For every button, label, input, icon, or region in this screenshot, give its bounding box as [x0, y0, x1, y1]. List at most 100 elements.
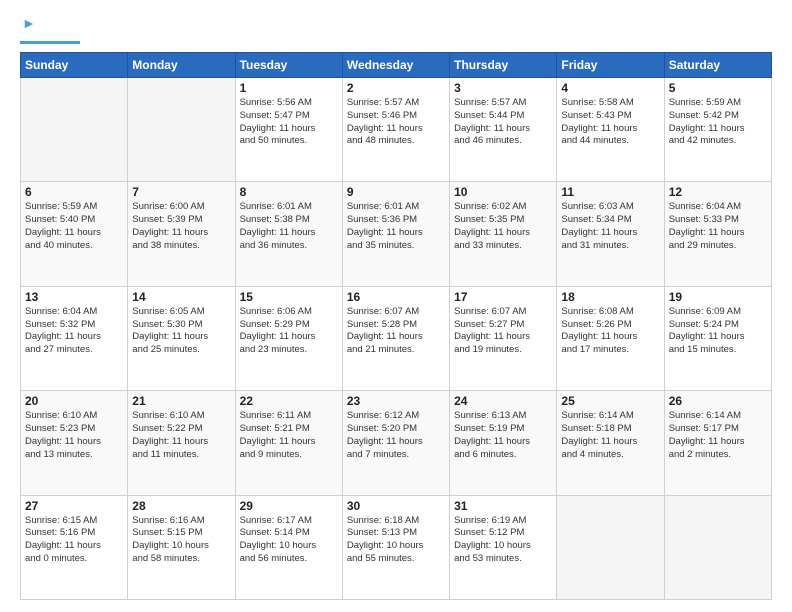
day-number: 1 [240, 81, 338, 95]
calendar-cell: 17 Sunrise: 6:07 AM Sunset: 5:27 PM Dayli… [450, 286, 557, 390]
calendar-cell: 16Sunrise: 6:07 AM Sunset: 5:28 PM Dayli… [342, 286, 449, 390]
day-info: Sunrise: 5:59 AM Sunset: 5:42 PM Dayligh… [669, 97, 767, 148]
day-info: Sunrise: 5:56 AM Sunset: 5:47 PM Dayligh… [240, 97, 338, 148]
calendar-cell [557, 495, 664, 599]
calendar-cell: 15Sunrise: 6:06 AM Sunset: 5:29 PM Dayli… [235, 286, 342, 390]
day-info: Sunrise: 6:18 AM Sunset: 5:13 PM Dayligh… [347, 515, 445, 566]
day-info: Sunrise: 6:03 AM Sunset: 5:34 PM Dayligh… [561, 201, 659, 252]
calendar-cell: 30 Sunrise: 6:18 AM Sunset: 5:13 PM Dayli… [342, 495, 449, 599]
calendar-week-4: 27Sunrise: 6:15 AM Sunset: 5:16 PM Dayli… [21, 495, 772, 599]
calendar-cell: 3 Sunrise: 5:57 AM Sunset: 5:44 PM Daylig… [450, 78, 557, 182]
day-number: 19 [669, 290, 767, 304]
calendar-cell: 18 Sunrise: 6:08 AM Sunset: 5:26 PM Dayli… [557, 286, 664, 390]
day-info: Sunrise: 6:04 AM Sunset: 5:32 PM Dayligh… [25, 306, 123, 357]
day-number: 22 [240, 394, 338, 408]
day-number: 10 [454, 185, 552, 199]
day-number: 11 [561, 185, 659, 199]
calendar-cell: 9Sunrise: 6:01 AM Sunset: 5:36 PM Daylig… [342, 182, 449, 286]
calendar-header-sunday: Sunday [21, 53, 128, 78]
day-number: 18 [561, 290, 659, 304]
calendar-cell: 14 Sunrise: 6:05 AM Sunset: 5:30 PM Dayli… [128, 286, 235, 390]
logo-icon: ► [22, 15, 36, 31]
calendar-cell: 23Sunrise: 6:12 AM Sunset: 5:20 PM Dayli… [342, 391, 449, 495]
day-number: 24 [454, 394, 552, 408]
day-info: Sunrise: 6:19 AM Sunset: 5:12 PM Dayligh… [454, 515, 552, 566]
day-number: 3 [454, 81, 552, 95]
day-info: Sunrise: 6:06 AM Sunset: 5:29 PM Dayligh… [240, 306, 338, 357]
day-info: Sunrise: 6:02 AM Sunset: 5:35 PM Dayligh… [454, 201, 552, 252]
day-info: Sunrise: 6:16 AM Sunset: 5:15 PM Dayligh… [132, 515, 230, 566]
day-number: 31 [454, 499, 552, 513]
calendar-cell: 21Sunrise: 6:10 AM Sunset: 5:22 PM Dayli… [128, 391, 235, 495]
calendar-cell: 27Sunrise: 6:15 AM Sunset: 5:16 PM Dayli… [21, 495, 128, 599]
day-info: Sunrise: 6:00 AM Sunset: 5:39 PM Dayligh… [132, 201, 230, 252]
calendar-cell: 11 Sunrise: 6:03 AM Sunset: 5:34 PM Dayli… [557, 182, 664, 286]
calendar-cell: 7 Sunrise: 6:00 AM Sunset: 5:39 PM Daylig… [128, 182, 235, 286]
page: ► SundayMondayTuesdayWednesdayThursdayFr… [0, 0, 792, 612]
calendar-cell: 6 Sunrise: 5:59 AM Sunset: 5:40 PM Daylig… [21, 182, 128, 286]
day-number: 13 [25, 290, 123, 304]
calendar-cell: 12 Sunrise: 6:04 AM Sunset: 5:33 PM Dayli… [664, 182, 771, 286]
day-info: Sunrise: 6:17 AM Sunset: 5:14 PM Dayligh… [240, 515, 338, 566]
day-info: Sunrise: 6:14 AM Sunset: 5:18 PM Dayligh… [561, 410, 659, 461]
calendar-header-monday: Monday [128, 53, 235, 78]
calendar-cell: 24 Sunrise: 6:13 AM Sunset: 5:19 PM Dayli… [450, 391, 557, 495]
header: ► [20, 16, 772, 44]
day-info: Sunrise: 6:09 AM Sunset: 5:24 PM Dayligh… [669, 306, 767, 357]
day-number: 5 [669, 81, 767, 95]
day-info: Sunrise: 6:07 AM Sunset: 5:27 PM Dayligh… [454, 306, 552, 357]
calendar-cell [128, 78, 235, 182]
day-number: 23 [347, 394, 445, 408]
day-number: 9 [347, 185, 445, 199]
day-info: Sunrise: 5:59 AM Sunset: 5:40 PM Dayligh… [25, 201, 123, 252]
calendar-week-0: 1 Sunrise: 5:56 AM Sunset: 5:47 PM Daylig… [21, 78, 772, 182]
day-number: 30 [347, 499, 445, 513]
day-info: Sunrise: 6:01 AM Sunset: 5:38 PM Dayligh… [240, 201, 338, 252]
day-info: Sunrise: 6:05 AM Sunset: 5:30 PM Dayligh… [132, 306, 230, 357]
calendar-header-friday: Friday [557, 53, 664, 78]
day-number: 26 [669, 394, 767, 408]
calendar-cell: 25 Sunrise: 6:14 AM Sunset: 5:18 PM Dayli… [557, 391, 664, 495]
calendar-cell: 5 Sunrise: 5:59 AM Sunset: 5:42 PM Daylig… [664, 78, 771, 182]
calendar-cell: 2 Sunrise: 5:57 AM Sunset: 5:46 PM Daylig… [342, 78, 449, 182]
calendar-header-wednesday: Wednesday [342, 53, 449, 78]
day-info: Sunrise: 6:08 AM Sunset: 5:26 PM Dayligh… [561, 306, 659, 357]
day-number: 28 [132, 499, 230, 513]
calendar-cell: 13 Sunrise: 6:04 AM Sunset: 5:32 PM Dayli… [21, 286, 128, 390]
logo: ► [20, 16, 80, 44]
day-info: Sunrise: 5:57 AM Sunset: 5:44 PM Dayligh… [454, 97, 552, 148]
day-number: 21 [132, 394, 230, 408]
logo-text: ► [20, 16, 36, 38]
day-info: Sunrise: 6:14 AM Sunset: 5:17 PM Dayligh… [669, 410, 767, 461]
day-number: 12 [669, 185, 767, 199]
day-number: 8 [240, 185, 338, 199]
calendar-cell [664, 495, 771, 599]
day-number: 2 [347, 81, 445, 95]
calendar-cell: 19 Sunrise: 6:09 AM Sunset: 5:24 PM Dayli… [664, 286, 771, 390]
day-info: Sunrise: 6:13 AM Sunset: 5:19 PM Dayligh… [454, 410, 552, 461]
calendar-header-saturday: Saturday [664, 53, 771, 78]
calendar-header-thursday: Thursday [450, 53, 557, 78]
calendar-cell: 29 Sunrise: 6:17 AM Sunset: 5:14 PM Dayli… [235, 495, 342, 599]
calendar-header-tuesday: Tuesday [235, 53, 342, 78]
calendar-cell: 31 Sunrise: 6:19 AM Sunset: 5:12 PM Dayli… [450, 495, 557, 599]
day-number: 17 [454, 290, 552, 304]
calendar-cell [21, 78, 128, 182]
calendar-cell: 22Sunrise: 6:11 AM Sunset: 5:21 PM Dayli… [235, 391, 342, 495]
day-number: 16 [347, 290, 445, 304]
calendar-cell: 8 Sunrise: 6:01 AM Sunset: 5:38 PM Daylig… [235, 182, 342, 286]
day-number: 7 [132, 185, 230, 199]
day-number: 29 [240, 499, 338, 513]
calendar-header-row: SundayMondayTuesdayWednesdayThursdayFrid… [21, 53, 772, 78]
day-number: 6 [25, 185, 123, 199]
calendar-cell: 4Sunrise: 5:58 AM Sunset: 5:43 PM Daylig… [557, 78, 664, 182]
day-info: Sunrise: 5:57 AM Sunset: 5:46 PM Dayligh… [347, 97, 445, 148]
calendar-cell: 10 Sunrise: 6:02 AM Sunset: 5:35 PM Dayli… [450, 182, 557, 286]
day-number: 14 [132, 290, 230, 304]
day-info: Sunrise: 6:04 AM Sunset: 5:33 PM Dayligh… [669, 201, 767, 252]
day-number: 25 [561, 394, 659, 408]
calendar-table: SundayMondayTuesdayWednesdayThursdayFrid… [20, 52, 772, 600]
calendar-cell: 20Sunrise: 6:10 AM Sunset: 5:23 PM Dayli… [21, 391, 128, 495]
calendar-cell: 1 Sunrise: 5:56 AM Sunset: 5:47 PM Daylig… [235, 78, 342, 182]
logo-underline [20, 41, 80, 44]
